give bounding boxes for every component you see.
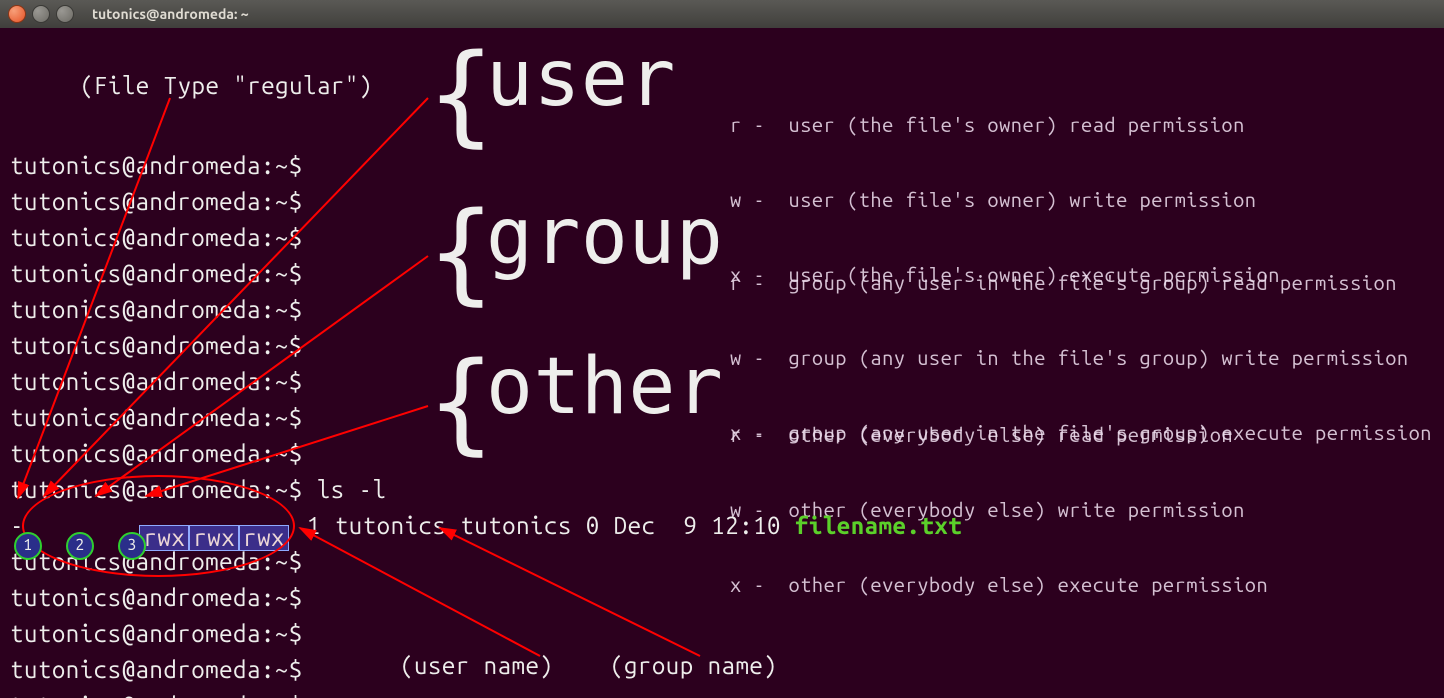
- file-size: 0: [586, 514, 600, 538]
- user-perm-read: r - user (the file's owner) read permiss…: [730, 112, 1280, 137]
- prompt-line: tutonics@andromeda:~$: [10, 220, 962, 256]
- link-count: 1: [307, 514, 321, 538]
- big-word-user: user: [486, 40, 676, 118]
- brace-user: {: [428, 50, 495, 138]
- triad-user: rwx: [139, 525, 189, 551]
- prompt-line: tutonics@andromeda:~$: [10, 400, 962, 436]
- prompt-line: tutonics@andromeda:~$: [10, 148, 962, 184]
- file-date: Dec 9 12:10: [614, 514, 781, 538]
- permission-triads: rwx rwx rwx: [139, 525, 288, 551]
- prompt-line: tutonics@andromeda:~$: [10, 688, 962, 698]
- ls-output-line: - rwx rwx rwx 1 tutonics tutonics 0 Dec …: [10, 508, 962, 544]
- prompt-line: tutonics@andromeda:~$: [10, 328, 962, 364]
- owner-group: tutonics: [460, 514, 572, 538]
- prompt-line: tutonics@andromeda:~$: [10, 256, 962, 292]
- window-close-button[interactable]: [8, 5, 26, 23]
- triad-number-1: 1: [14, 532, 42, 560]
- prompt-line: tutonics@andromeda:~$: [10, 616, 962, 652]
- window-titlebar: tutonics@andromeda: ~: [0, 0, 1444, 28]
- triad-group: rwx: [189, 525, 239, 551]
- owner-user: tutonics: [335, 514, 447, 538]
- command-text: ls -l: [317, 478, 387, 502]
- window-title: tutonics@andromeda: ~: [92, 6, 249, 22]
- user-name-label: (user name): [400, 654, 553, 678]
- triad-number-3: 3: [118, 532, 146, 560]
- window-minimize-button[interactable]: [32, 5, 50, 23]
- prompt-line: tutonics@andromeda:~$: [10, 184, 962, 220]
- prompt-line: tutonics@andromeda:~$: [10, 580, 962, 616]
- terminal-output: tutonics@andromeda:~$ tutonics@andromeda…: [10, 148, 962, 698]
- group-name-label: (group name): [610, 654, 777, 678]
- triad-other: rwx: [239, 525, 289, 551]
- file-name: filename.txt: [795, 514, 962, 538]
- prompt-line: tutonics@andromeda:~$: [10, 292, 962, 328]
- prompt-line: tutonics@andromeda:~$: [10, 364, 962, 400]
- triad-number-2: 2: [66, 532, 94, 560]
- window-maximize-button[interactable]: [56, 5, 74, 23]
- terminal-area[interactable]: (File Type "regular") { user { group { o…: [0, 28, 1444, 698]
- prompt-line: tutonics@andromeda:~$: [10, 436, 962, 472]
- file-type-label: (File Type "regular"): [80, 74, 373, 98]
